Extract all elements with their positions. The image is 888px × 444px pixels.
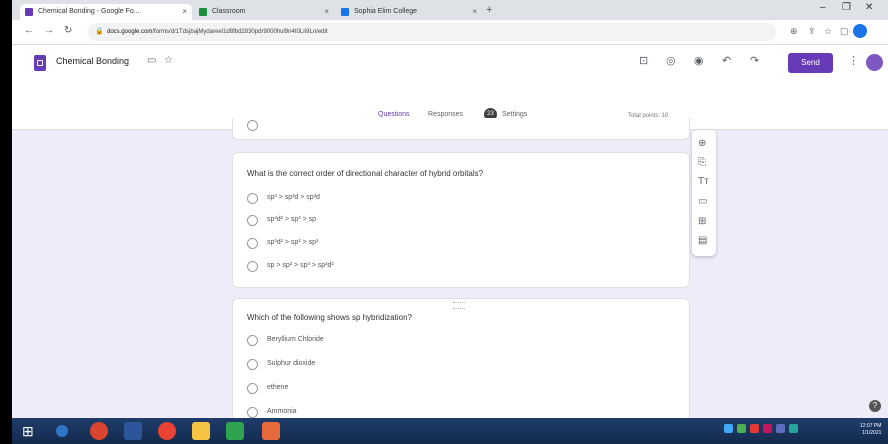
clock-time: 12:07 PM (860, 423, 882, 429)
undo-icon[interactable]: ↶ (722, 54, 731, 67)
option-label: Ammonia (267, 408, 297, 415)
classroom-favicon-icon (199, 8, 207, 16)
star-icon[interactable]: ☆ (164, 55, 173, 66)
question-toolbar: ⊕ ⎘ Tт ▭ ⊞ ▤ (692, 130, 716, 256)
move-to-folder-icon[interactable]: ▭ (147, 55, 156, 66)
tab-settings[interactable]: Settings (502, 111, 527, 118)
option-radio[interactable] (247, 238, 258, 249)
form-title[interactable]: Chemical Bonding (56, 56, 129, 66)
forward-arrow-icon[interactable]: → (44, 25, 54, 36)
reload-icon[interactable]: ↻ (64, 25, 72, 36)
more-options-icon[interactable]: ⋮ (848, 54, 859, 67)
option-radio[interactable] (247, 261, 258, 272)
close-tab-icon[interactable]: × (472, 4, 477, 20)
tray-app-icon[interactable] (763, 424, 772, 433)
option-label: sp³ > sp³d > sp³d (267, 194, 320, 201)
browser-profile-avatar[interactable] (853, 24, 867, 38)
browser-navigation-bar: ← → ↻ 🔒 docs.google.com/forms/d/1Tdsjbaj… (12, 20, 888, 45)
forms-logo-icon[interactable] (34, 55, 46, 71)
word-app-icon[interactable] (124, 422, 142, 440)
close-tab-icon[interactable]: × (182, 4, 187, 20)
tab-responses[interactable]: Responses (428, 111, 463, 118)
close-tab-icon[interactable]: × (324, 4, 329, 20)
browser-tab-title: Sophia Elim College (354, 8, 418, 15)
url-path: /forms/d/1TdsjbajMydareel1d8fbd2830pdr90… (152, 29, 328, 35)
browser-tab-title: Classroom (212, 8, 246, 15)
zoom-icon[interactable]: ⊕ (790, 26, 798, 37)
option-radio[interactable] (247, 120, 258, 131)
volume-icon[interactable] (776, 424, 785, 433)
option-label: ethene (267, 384, 289, 391)
minimize-window-button[interactable]: – (820, 2, 826, 13)
browser-tab-classroom[interactable]: Classroom × (194, 4, 334, 20)
address-bar[interactable]: 🔒 docs.google.com/forms/d/1TdsjbajMydare… (87, 23, 777, 41)
previous-question-card (232, 118, 690, 140)
search-icon[interactable] (56, 425, 68, 437)
network-icon[interactable] (724, 424, 733, 433)
option-label: Sulphur dioxide (267, 360, 316, 367)
browser-tab-college[interactable]: Sophia Elim College × (336, 4, 482, 20)
question-title[interactable]: What is the correct order of directional… (247, 169, 483, 178)
url-domain: docs.google.com (107, 29, 153, 35)
tray-app-icon[interactable] (737, 424, 746, 433)
battery-icon[interactable] (789, 424, 798, 433)
question-card[interactable]: Which of the following shows sp hybridiz… (232, 298, 690, 438)
addons-icon[interactable]: ⊡ (639, 54, 648, 67)
question-title[interactable]: Which of the following shows sp hybridiz… (247, 313, 412, 322)
classroom-favicon-icon (341, 8, 349, 16)
share-icon[interactable]: ⇪ (808, 26, 816, 37)
back-arrow-icon[interactable]: ← (24, 25, 34, 36)
option-radio[interactable] (247, 193, 258, 204)
new-tab-button[interactable]: + (486, 4, 492, 16)
option-radio[interactable] (247, 383, 258, 394)
media-player-icon[interactable] (90, 422, 108, 440)
add-question-icon[interactable]: ⊕ (698, 138, 706, 149)
forms-favicon-icon (25, 8, 33, 16)
add-title-icon[interactable]: Tт (698, 176, 709, 187)
tab-questions[interactable]: Questions (378, 111, 410, 125)
option-label: sp³d² > sp² > sp³ (267, 239, 319, 246)
windows-start-icon[interactable]: ⊞ (22, 422, 40, 440)
option-label: sp³d² > sp³ > sp (267, 216, 317, 223)
desktop-screen: Chemical Bonding - Google Fo... × Classr… (12, 0, 888, 444)
account-avatar[interactable] (866, 54, 883, 71)
option-radio[interactable] (247, 359, 258, 370)
browser-tab-title: Chemical Bonding - Google Fo... (38, 8, 140, 15)
redo-icon[interactable]: ↷ (750, 54, 759, 67)
option-radio[interactable] (247, 407, 258, 418)
option-radio[interactable] (247, 215, 258, 226)
palette-icon[interactable]: ◎ (666, 54, 676, 67)
maximize-window-button[interactable]: ❐ (842, 2, 851, 13)
powerpoint-app-icon[interactable] (262, 422, 280, 440)
send-button[interactable]: Send (788, 53, 833, 73)
question-card[interactable]: What is the correct order of directional… (232, 152, 690, 288)
drag-handle-icon[interactable] (453, 302, 465, 309)
add-video-icon[interactable]: ⊞ (698, 216, 706, 227)
browser-tab-strip: Chemical Bonding - Google Fo... × Classr… (12, 0, 888, 20)
option-label: sp > sp² > sp³ > sp³d² (267, 262, 334, 269)
option-label: Beryllium Chloride (267, 336, 324, 343)
lock-icon: 🔒 (95, 28, 104, 35)
file-explorer-icon[interactable] (192, 422, 210, 440)
browser-tab-forms[interactable]: Chemical Bonding - Google Fo... × (20, 4, 192, 20)
windows-taskbar: ⊞ 12:07 PM 1/1/2021 (12, 418, 888, 444)
excel-app-icon[interactable] (226, 422, 244, 440)
add-image-icon[interactable]: ▭ (698, 196, 707, 207)
bookmark-star-icon[interactable]: ☆ (824, 26, 832, 37)
tray-app-icon[interactable] (750, 424, 759, 433)
system-clock[interactable]: 12:07 PM 1/1/2021 (860, 423, 881, 437)
preview-icon[interactable]: ◉ (694, 54, 704, 67)
chrome-app-icon[interactable] (158, 422, 176, 440)
help-icon[interactable]: ? (869, 400, 881, 412)
add-section-icon[interactable]: ▤ (698, 235, 707, 246)
option-radio[interactable] (247, 335, 258, 346)
close-window-button[interactable]: ✕ (865, 2, 873, 13)
clock-date: 1/1/2021 (861, 430, 882, 436)
import-questions-icon[interactable]: ⎘ (698, 157, 706, 168)
extensions-icon[interactable]: ▢ (840, 26, 849, 37)
